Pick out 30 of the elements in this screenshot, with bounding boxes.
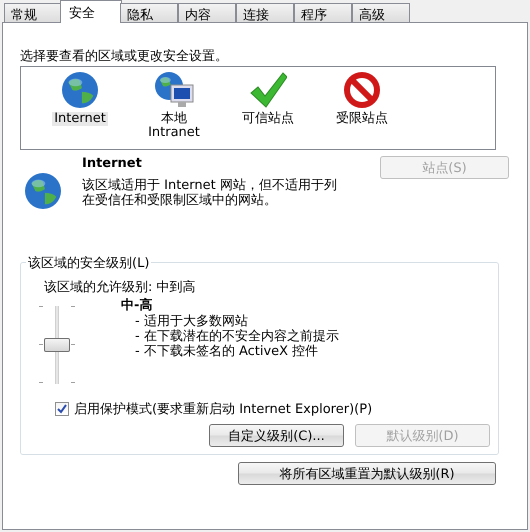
tab[interactable]: 程序 <box>294 3 352 23</box>
reset-all-zones-button[interactable]: 将所有区域重置为默认级别(R) <box>238 462 496 485</box>
checkmark-icon <box>249 71 287 109</box>
tab[interactable]: 内容 <box>178 3 236 23</box>
checkbox-label: 启用保护模式(要求重新启动 Internet Explorer)(P) <box>74 401 372 418</box>
zone-description: 该区域适用于 Internet 网站，但不适用于列在受信任和受限制区域中的网站。 <box>82 178 338 208</box>
group-legend: 该区域的安全级别(L) <box>26 254 152 272</box>
zone-item[interactable]: 可信站点 <box>240 112 296 126</box>
tab[interactable]: 隐私 <box>120 3 178 23</box>
instruction-text: 选择要查看的区域或更改安全设置。 <box>20 48 229 65</box>
globe-icon <box>61 71 99 109</box>
tab[interactable]: 常规 <box>4 3 62 23</box>
level-description: - 适用于大多数网站 <box>135 314 249 329</box>
globe-icon <box>24 172 62 210</box>
level-description: - 在下载潜在的不安全内容之前提示 <box>135 329 339 344</box>
tab[interactable]: 连接 <box>236 3 294 23</box>
tab[interactable]: 高级 <box>352 3 410 23</box>
slider-thumb[interactable] <box>44 338 70 352</box>
zone-title: Internet <box>82 156 143 171</box>
allowed-level-text: 该区域的允许级别: 中到高 <box>44 279 197 296</box>
zone-item[interactable]: Internet <box>52 112 108 126</box>
zone-item[interactable]: 受限站点 <box>334 112 390 126</box>
tab[interactable]: 安全 <box>60 0 122 23</box>
zone-item[interactable]: 本地 Intranet <box>146 112 202 140</box>
globe-monitor-icon <box>154 71 194 109</box>
prohibited-icon <box>343 71 381 109</box>
level-name: 中-高 <box>121 296 154 314</box>
checkbox[interactable] <box>55 402 69 416</box>
level-description: - 不下载未签名的 ActiveX 控件 <box>135 344 320 359</box>
custom-level-button[interactable]: 自定义级别(C)... <box>209 424 344 447</box>
